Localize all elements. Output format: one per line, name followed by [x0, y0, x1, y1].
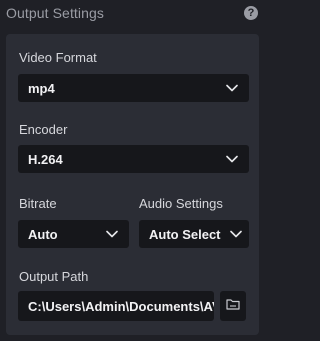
audio-settings-select[interactable]: Auto Select: [139, 220, 249, 248]
chevron-down-icon: [225, 81, 239, 95]
audio-settings-label: Audio Settings: [139, 196, 223, 211]
panel-title: Output Settings: [6, 5, 105, 21]
bitrate-value: Auto: [28, 226, 58, 242]
audio-settings-value: Auto Select: [149, 226, 221, 242]
video-format-select[interactable]: mp4: [18, 74, 249, 102]
encoder-value: H.264: [28, 151, 63, 167]
output-path-input[interactable]: C:\Users\Admin\Documents\AVC: [18, 291, 214, 321]
browse-folder-button[interactable]: [220, 291, 246, 321]
bitrate-label: Bitrate: [19, 196, 57, 211]
video-format-label: Video Format: [19, 50, 97, 65]
encoder-label: Encoder: [19, 122, 68, 137]
chevron-down-icon: [229, 227, 243, 241]
settings-card: Video Format mp4 Encoder H.264 Bitrate A…: [6, 34, 259, 335]
help-icon[interactable]: ?: [244, 6, 258, 20]
chevron-down-icon: [105, 227, 119, 241]
chevron-down-icon: [225, 152, 239, 166]
output-settings-panel: Output Settings ? Video Format mp4 Encod…: [0, 0, 264, 341]
bitrate-select[interactable]: Auto: [18, 220, 129, 248]
video-format-value: mp4: [28, 80, 55, 96]
folder-icon: [226, 297, 240, 315]
encoder-select[interactable]: H.264: [18, 145, 249, 173]
panel-header: Output Settings ?: [0, 0, 264, 26]
output-path-label: Output Path: [19, 269, 89, 284]
